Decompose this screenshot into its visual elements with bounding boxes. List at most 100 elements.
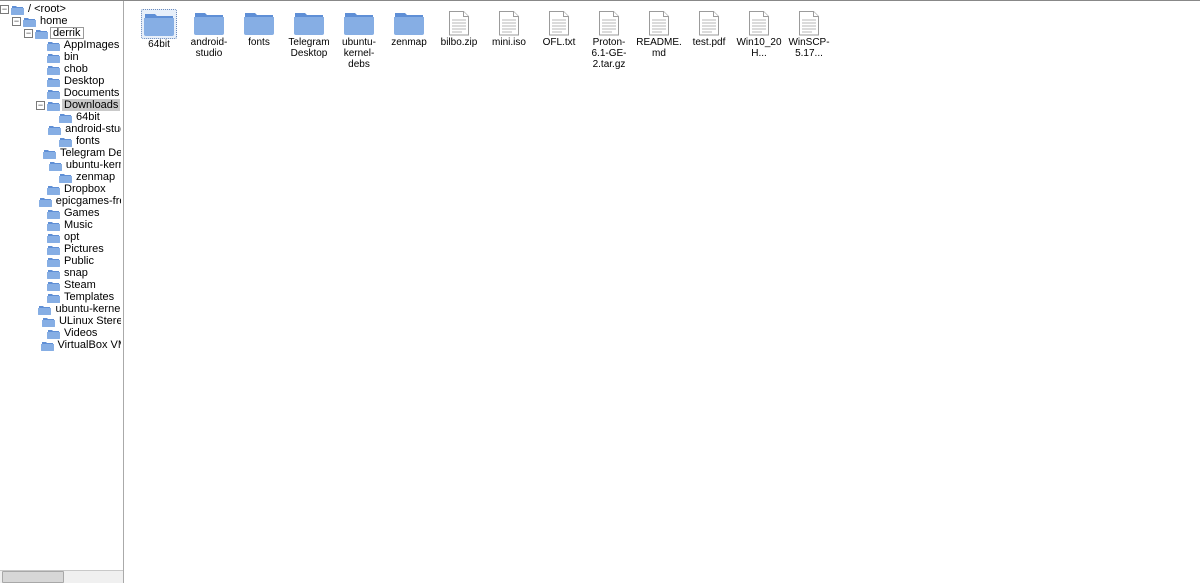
folder-icon: [47, 280, 60, 291]
file-icon: [742, 9, 776, 37]
item-grid[interactable]: 64bitandroid-studio fonts Telegram Desktop…: [134, 7, 1190, 80]
file-manager: −/ <root>−home−derrikAppImagesbinchobDes…: [0, 0, 1200, 583]
tree-item-label: Templates: [62, 291, 116, 303]
folder-icon: [47, 208, 60, 219]
file-item[interactable]: Win10_20H...: [734, 9, 784, 70]
folder-icon: [11, 4, 24, 15]
folder-item[interactable]: Telegram Desktop: [284, 9, 334, 70]
tree-item[interactable]: Steam: [0, 279, 123, 291]
scrollbar-thumb[interactable]: [2, 571, 64, 583]
file-item[interactable]: test.pdf: [684, 9, 734, 70]
tree-spacer-icon: [36, 77, 45, 86]
folder-item[interactable]: fonts: [234, 9, 284, 70]
tree-item[interactable]: 64bit: [0, 111, 123, 123]
tree-item-label: AppImages: [62, 39, 121, 51]
tree-item[interactable]: −home: [0, 15, 123, 27]
tree-item[interactable]: chob: [0, 63, 123, 75]
tree-item[interactable]: Games: [0, 207, 123, 219]
item-label: WinSCP-5.17...: [784, 37, 834, 59]
file-item[interactable]: WinSCP-5.17...: [784, 9, 834, 70]
collapse-icon[interactable]: −: [12, 17, 21, 26]
tree-item[interactable]: Pictures: [0, 243, 123, 255]
tree-item[interactable]: bin: [0, 51, 123, 63]
tree-item-label: Telegram Desktop: [58, 147, 121, 159]
tree-item[interactable]: Music: [0, 219, 123, 231]
folder-icon: [47, 52, 60, 63]
folder-icon: [47, 100, 60, 111]
tree-item[interactable]: AppImages: [0, 39, 123, 51]
tree-item[interactable]: epicgames-freeb: [0, 195, 123, 207]
folder-contents-pane: 64bitandroid-studio fonts Telegram Desktop…: [124, 1, 1200, 583]
tree-spacer-icon: [28, 197, 37, 206]
file-icon: [542, 9, 576, 37]
tree-item[interactable]: Telegram Desktop: [0, 147, 123, 159]
folder-icon: [47, 88, 60, 99]
folder-item[interactable]: 64bit: [134, 9, 184, 70]
item-label: fonts: [247, 37, 271, 48]
tree-spacer-icon: [36, 41, 45, 50]
folder-item[interactable]: zenmap: [384, 9, 434, 70]
tree-item-label: bin: [62, 51, 81, 63]
tree-item[interactable]: ULinux Stereo: [0, 315, 123, 327]
tree-item-label: Dropbox: [62, 183, 108, 195]
tree-item[interactable]: Public: [0, 255, 123, 267]
folder-icon: [242, 9, 276, 37]
item-label: ubuntu-kernel-debs: [334, 37, 384, 70]
file-icon: [492, 9, 526, 37]
folder-icon: [47, 268, 60, 279]
tree-spacer-icon: [31, 317, 40, 326]
folder-icon: [59, 172, 72, 183]
tree-spacer-icon: [36, 185, 45, 194]
tree-item[interactable]: Desktop: [0, 75, 123, 87]
file-icon: [642, 9, 676, 37]
tree-item[interactable]: ubuntu-kernel: [0, 159, 123, 171]
tree-item[interactable]: −/ <root>: [0, 3, 123, 15]
collapse-icon[interactable]: −: [36, 101, 45, 110]
tree-item[interactable]: −derrik: [0, 27, 123, 39]
tree-item[interactable]: ubuntu-kernel-de: [0, 303, 123, 315]
tree-item-label: zenmap: [74, 171, 117, 183]
tree-item[interactable]: Videos: [0, 327, 123, 339]
file-item[interactable]: bilbo.zip: [434, 9, 484, 70]
folder-icon: [192, 9, 226, 37]
file-item[interactable]: README.md: [634, 9, 684, 70]
file-icon: [692, 9, 726, 37]
folder-item[interactable]: ubuntu-kernel-debs: [334, 9, 384, 70]
tree-spacer-icon: [37, 125, 46, 134]
tree-item-label: chob: [62, 63, 90, 75]
tree-item[interactable]: Dropbox: [0, 183, 123, 195]
collapse-icon[interactable]: −: [0, 5, 9, 14]
collapse-icon[interactable]: −: [24, 29, 33, 38]
file-icon: [442, 9, 476, 37]
tree-item[interactable]: zenmap: [0, 171, 123, 183]
tree-item[interactable]: fonts: [0, 135, 123, 147]
tree-spacer-icon: [30, 341, 39, 350]
tree-item[interactable]: −Downloads: [0, 99, 123, 111]
tree-item[interactable]: snap: [0, 267, 123, 279]
file-item[interactable]: mini.iso: [484, 9, 534, 70]
tree-item[interactable]: Documents: [0, 87, 123, 99]
tree-item[interactable]: opt: [0, 231, 123, 243]
folder-icon: [35, 28, 48, 39]
tree-item-label: Desktop: [62, 75, 106, 87]
item-label: zenmap: [390, 37, 428, 48]
tree-spacer-icon: [38, 161, 47, 170]
folder-icon: [59, 112, 72, 123]
folder-tree[interactable]: −/ <root>−home−derrikAppImagesbinchobDes…: [0, 1, 123, 351]
folder-icon: [47, 244, 60, 255]
tree-item-label: Public: [62, 255, 96, 267]
folder-icon: [23, 16, 36, 27]
tree-spacer-icon: [36, 53, 45, 62]
sidebar-horizontal-scrollbar[interactable]: [0, 570, 123, 583]
folder-icon: [292, 9, 326, 37]
file-item[interactable]: Proton-6.1-GE-2.tar.gz: [584, 9, 634, 70]
tree-item[interactable]: Templates: [0, 291, 123, 303]
tree-spacer-icon: [36, 233, 45, 242]
tree-spacer-icon: [36, 293, 45, 302]
folder-item[interactable]: android-studio: [184, 9, 234, 70]
folder-icon: [141, 9, 177, 39]
file-item[interactable]: OFL.txt: [534, 9, 584, 70]
folder-icon: [42, 316, 55, 327]
tree-item[interactable]: android-studio: [0, 123, 123, 135]
tree-item[interactable]: VirtualBox VMs: [0, 339, 123, 351]
